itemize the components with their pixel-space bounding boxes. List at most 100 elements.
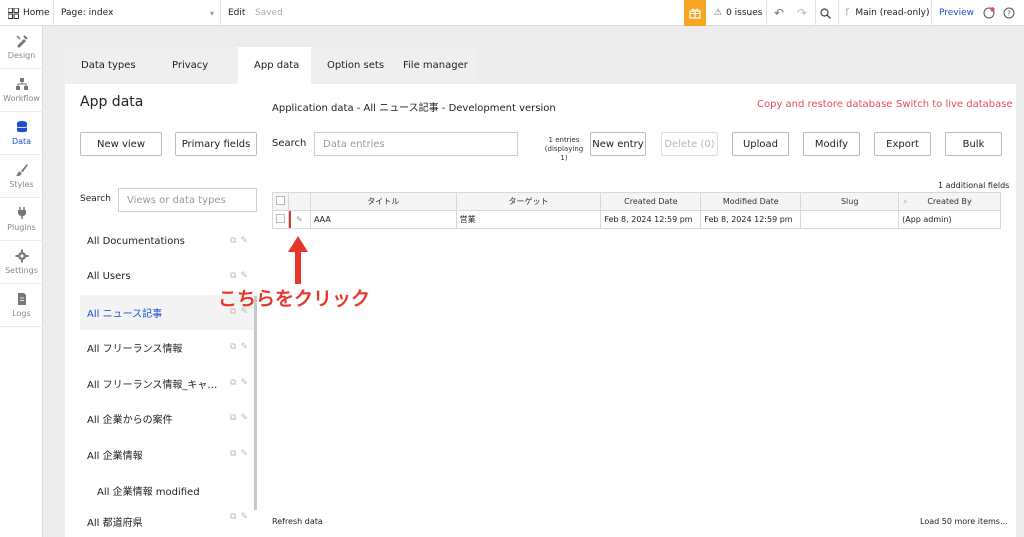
tab-option-sets[interactable]: Option sets xyxy=(311,47,389,84)
modify-button[interactable]: Modify xyxy=(803,132,860,156)
new-view-button[interactable]: New view xyxy=(80,132,162,156)
svg-text:?: ? xyxy=(1007,10,1011,18)
bulk-button[interactable]: Bulk xyxy=(945,132,1002,156)
tab-app-data[interactable]: App data xyxy=(238,47,311,84)
views-search-input[interactable]: Views or data types xyxy=(118,188,257,212)
select-all-checkbox[interactable] xyxy=(272,192,289,211)
upload-button[interactable]: Upload xyxy=(732,132,789,156)
redo-icon[interactable]: ↷ xyxy=(797,0,807,26)
refresh-data-link[interactable]: Refresh data xyxy=(272,517,323,526)
copy-restore-link[interactable]: Copy and restore database xyxy=(757,99,892,110)
entries-table: タイトル ターゲット Created Date Modified Date Sl… xyxy=(272,192,1001,229)
edit-button[interactable]: Edit xyxy=(228,0,245,26)
list-item[interactable]: All フリーランス情報 ⧉ ✎ xyxy=(80,330,254,365)
list-scrollbar[interactable] xyxy=(254,296,257,510)
delete-button[interactable]: Delete (0) xyxy=(661,132,718,156)
warning-icon: ⚠ xyxy=(714,8,723,18)
entries-search-input[interactable]: Data entries xyxy=(314,132,518,156)
column-header[interactable]: タイトル xyxy=(309,192,457,211)
table-cell: Feb 8, 2024 12:59 pm xyxy=(600,210,702,229)
rail-item-logs[interactable]: Logs xyxy=(0,284,43,327)
branch-selector[interactable]: ᚴ Main (read-only) xyxy=(845,0,930,26)
rail-item-data[interactable]: Data xyxy=(0,112,43,155)
rail-item-plugins[interactable]: Plugins xyxy=(0,198,43,241)
row-checkbox[interactable] xyxy=(272,210,289,229)
list-item[interactable]: All 企業情報 modified xyxy=(80,473,254,508)
entries-count: 1 entries (displaying 1) xyxy=(538,136,590,163)
list-item[interactable]: All 企業情報 ⧉ ✎ xyxy=(80,437,254,472)
load-more-link[interactable]: Load 50 more items... xyxy=(920,517,1008,526)
column-header[interactable]: Created Date xyxy=(600,192,702,211)
list-item[interactable]: All 都道府県 ⧉ ✎ xyxy=(80,508,254,532)
column-header[interactable]: ターゲット xyxy=(455,192,602,211)
pencil-icon[interactable]: ✎ xyxy=(240,512,248,522)
pencil-icon[interactable]: ✎ xyxy=(240,378,248,388)
table-header-row: タイトル ターゲット Created Date Modified Date Sl… xyxy=(272,192,1001,211)
gift-button[interactable] xyxy=(684,0,706,26)
column-header-label: Created By xyxy=(927,197,972,206)
home-button[interactable]: Home xyxy=(8,0,50,26)
list-item[interactable]: All フリーランス情報_キャ… ⧉ ✎ xyxy=(80,366,254,401)
entries-count-line: 1) xyxy=(560,154,568,162)
copy-icon[interactable]: ⧉ xyxy=(230,378,236,388)
new-entry-button[interactable]: New entry xyxy=(590,132,646,156)
switch-live-link[interactable]: Switch to live database xyxy=(896,99,1013,110)
list-item-label: All フリーランス情報_キャ… xyxy=(87,380,218,391)
search-icon[interactable] xyxy=(820,0,831,26)
rail-item-workflow[interactable]: Workflow xyxy=(0,69,43,112)
copy-icon[interactable]: ⧉ xyxy=(230,236,236,246)
gear-icon xyxy=(15,249,28,263)
list-item[interactable]: All 企業からの案件 ⧉ ✎ xyxy=(80,401,254,436)
pencil-icon[interactable]: ✎ xyxy=(240,342,248,352)
column-header[interactable]: Modified Date xyxy=(700,192,802,211)
rail-label: Settings xyxy=(5,266,38,275)
rail-item-design[interactable]: Design xyxy=(0,26,43,69)
page-label: Page: index xyxy=(61,8,114,18)
tab-file-manager[interactable]: File manager xyxy=(389,47,477,84)
design-icon xyxy=(15,35,28,48)
page-selector[interactable]: Page: index ▾ xyxy=(61,0,216,26)
data-tabs: Data types Privacy App data Option sets … xyxy=(65,47,477,84)
export-button[interactable]: Export xyxy=(874,132,931,156)
row-edit-cell[interactable]: ✎ xyxy=(288,210,311,229)
home-label: Home xyxy=(23,8,50,18)
list-item[interactable]: All Documentations ⧉ ✎ xyxy=(80,224,254,259)
entries-search-label: Search xyxy=(272,138,307,149)
list-item-label: All フリーランス情報 xyxy=(87,344,183,355)
list-item-label: All ニュース記事 xyxy=(87,309,163,320)
rail-item-settings[interactable]: Settings xyxy=(0,241,43,284)
additional-fields-link[interactable]: 1 additional fields xyxy=(938,181,1009,190)
tab-privacy[interactable]: Privacy xyxy=(160,47,238,84)
pencil-icon[interactable]: ✎ xyxy=(240,271,248,281)
undo-icon[interactable]: ↶ xyxy=(774,0,784,26)
pencil-icon[interactable]: ✎ xyxy=(240,449,248,459)
rail-label: Data xyxy=(11,137,32,146)
preview-button[interactable]: Preview xyxy=(939,0,974,26)
search-icon[interactable]: ⌕ xyxy=(903,197,907,207)
copy-icon[interactable]: ⧉ xyxy=(230,413,236,423)
copy-icon[interactable]: ⧉ xyxy=(230,271,236,281)
column-header[interactable]: Slug xyxy=(800,192,900,211)
copy-icon[interactable]: ⧉ xyxy=(230,342,236,352)
highlight-box xyxy=(289,211,310,228)
help-icon[interactable]: ? xyxy=(1003,0,1015,26)
table-row[interactable]: ✎ AAA 営業 Feb 8, 2024 12:59 pm Feb 8, 202… xyxy=(272,210,1001,229)
annotation-text: こちらをクリック xyxy=(218,288,371,310)
pencil-icon[interactable]: ✎ xyxy=(240,413,248,423)
notifications-icon[interactable] xyxy=(983,0,995,26)
edit-column-header xyxy=(288,192,311,211)
rail-item-styles[interactable]: Styles xyxy=(0,155,43,198)
table-cell xyxy=(800,210,900,229)
column-header-created-by[interactable]: ⌕ Created By xyxy=(898,192,1001,211)
copy-icon[interactable]: ⧉ xyxy=(230,512,236,522)
pencil-icon[interactable]: ✎ xyxy=(240,236,248,246)
primary-fields-button[interactable]: Primary fields xyxy=(175,132,257,156)
list-item-label: All 企業からの案件 xyxy=(87,415,173,426)
views-search-label: Search xyxy=(80,194,111,204)
gift-icon xyxy=(689,8,701,19)
tab-data-types[interactable]: Data types xyxy=(65,47,160,84)
copy-icon[interactable]: ⧉ xyxy=(230,449,236,459)
issues-indicator[interactable]: ⚠ 0 issues xyxy=(714,0,762,26)
rail-label: Styles xyxy=(9,180,34,189)
grid-icon xyxy=(8,7,19,19)
